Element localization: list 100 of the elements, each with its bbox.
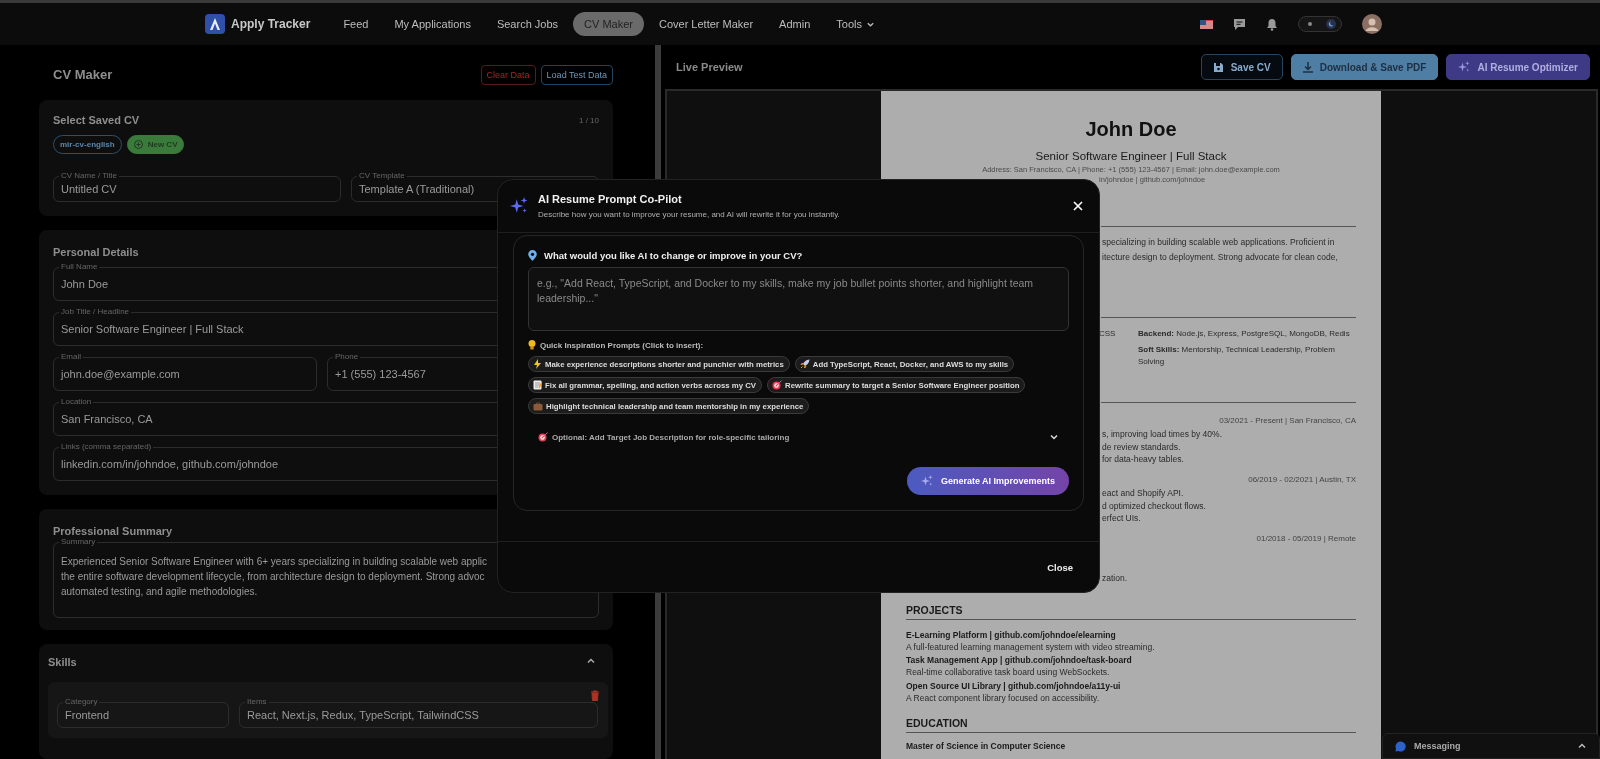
chevron-icon [1049, 432, 1059, 442]
project-title: Open Source UI Library | github.com/johndoe/a11y-ui [906, 680, 1122, 692]
resume-text: eact and Shopify API. [1102, 487, 1185, 500]
field-label: CV Template [357, 171, 407, 181]
resume-headline: Senior Software Engineer | Full Stack [1034, 149, 1228, 163]
resume-text: d optimized checkout flows. [1102, 499, 1207, 512]
resume-text: Real-time collaborative task board using WebSockets. [906, 666, 1111, 678]
resume-skill: Backend: Node.js, Express, PostgreSQL, MongoDB, Redis [1138, 328, 1351, 340]
field-value: John Doe [61, 276, 109, 292]
resume-section-title: PROJECTS [906, 603, 964, 617]
field-value: Experienced Senior Software Engineer with 6+ years specializing in building scalable web applic the entire software development lifecycle, from architecture design to deployment. Strong advoc automated testing, and agile methodologies. [61, 555, 488, 599]
menu-link[interactable]: Tools [825, 12, 886, 36]
cv-count: 1 / 10 [579, 115, 599, 125]
field-label: Location [59, 397, 94, 407]
briefcase-icon [533, 401, 543, 411]
resume-text: specializing in building scalable web applications. Proficient in [1102, 236, 1336, 249]
project-title: Task Management App | github.com/johndoe/task-board [906, 654, 1133, 666]
dialog-subtitle: Describe how you want to improve your resume, and AI will rewrite it for you instantly. [538, 210, 841, 219]
card-title: Personal Details [53, 246, 139, 258]
resume-text: erfect UIs. [1102, 512, 1142, 525]
card-title: Skills [48, 656, 77, 668]
bell-icon[interactable] [1266, 17, 1278, 31]
rocket-icon [799, 359, 810, 369]
text-field[interactable]: Category Frontend [57, 697, 229, 728]
messaging-bar[interactable]: Messaging [1382, 733, 1600, 759]
save-icon [1212, 61, 1224, 73]
resume-text: A React component library focused on accessibility. [906, 692, 1101, 704]
moon-icon [1325, 19, 1336, 29]
pin-icon [528, 250, 537, 261]
resume-text: for data-heavy tables. [1102, 453, 1185, 466]
card-title: Professional Summary [53, 525, 173, 537]
prompt-input[interactable]: e.g., "Add React, TypeScript, and Docker to my skills, make my job bullet points shorter, and highlight team leadership..." [528, 267, 1069, 331]
resume-skill: Soft Skills: Mentorship, Technical Leadership, Problem Solving [1138, 344, 1336, 368]
user-avatar[interactable] [1362, 14, 1382, 34]
chevron-icon [1577, 741, 1587, 751]
resume-text: zation. [1102, 572, 1129, 584]
text-field[interactable]: CV Name / Title Untitled CV [53, 171, 341, 202]
field-label: CV Name / Title [59, 171, 119, 181]
chat-icon[interactable] [1233, 17, 1246, 31]
field-value: Template A (Traditional) [359, 181, 475, 197]
resume-text: itecture design to deployment. Strong advocate for clean code, [1102, 251, 1339, 264]
prompts-label: Quick Inspiration Prompts (Click to insert): [540, 340, 704, 350]
theme-toggle[interactable] [1298, 16, 1342, 32]
field-label: Items [245, 697, 269, 707]
logo-icon [205, 14, 225, 34]
project-title: E-Learning Platform | github.com/johndoe/elearning [906, 629, 1117, 641]
lightning-icon [533, 359, 542, 369]
field-value: React, Next.js, Redux, TypeScript, TailwindCSS [247, 707, 479, 723]
dialog-title: AI Resume Prompt Co-Pilot [538, 193, 683, 205]
resume-date: 06/2019 - 02/2021 | Austin, TX [1248, 474, 1356, 486]
field-label: Links (comma separated) [59, 442, 154, 452]
nav-link[interactable]: Search Jobs [485, 12, 570, 36]
nav-link[interactable]: My Applications [383, 12, 482, 36]
nav-link[interactable]: Admin [768, 12, 822, 36]
resume-date: 03/2021 - Present | San Francisco, CA [1219, 415, 1356, 427]
prompt-question: What would you like AI to change or improve in your CV? [544, 250, 803, 261]
field-label: Email [59, 352, 83, 362]
field-value: San Francisco, CA [61, 411, 153, 427]
target-icon [772, 380, 783, 390]
ai-button[interactable]: AI Resume Optimizer [1446, 54, 1590, 80]
flag-icon[interactable] [1200, 19, 1213, 29]
text-field[interactable]: Items React, Next.js, Redux, TypeScript, TailwindCSS [239, 697, 598, 728]
resume-section-title: EDUCATION [906, 716, 969, 730]
lightbulb-icon [528, 340, 536, 350]
text-field[interactable]: Email john.doe@example.com [53, 352, 317, 391]
resume-text: CSS [1099, 328, 1117, 340]
field-value: Frontend [65, 707, 110, 723]
close-icon[interactable] [1071, 199, 1085, 213]
accordion-header[interactable]: Optional: Add Target Job Description for role-specific tailoring [528, 429, 1069, 445]
field-value: linkedin.com/in/johndoe, github.com/johndoe [61, 456, 279, 472]
field-label: Summary [59, 537, 98, 547]
field-label: Full Name [59, 262, 100, 272]
field-label: Phone [333, 352, 361, 362]
text-field[interactable]: Links (comma separated) linkedin.com/in/johndoe, github.com/johndoe [53, 442, 599, 481]
summary-field[interactable] [53, 537, 599, 618]
chat-bubble-icon [1395, 740, 1406, 752]
card-title: Select Saved CV [53, 114, 140, 126]
degree-title: Master of Science in Computer Science [906, 740, 1067, 752]
nav-link[interactable]: Cover Letter Maker [647, 12, 765, 36]
download-icon [1302, 61, 1313, 73]
resume-text: de review standards. [1102, 440, 1182, 453]
page-title: CV Maker [53, 67, 113, 82]
load-button[interactable]: Load Test Data [540, 64, 613, 85]
resume-date: 01/2018 - 05/2019 | Remote [1256, 533, 1356, 545]
field-value: +1 (555) 123-4567 [335, 366, 426, 382]
chevron-icon [586, 656, 596, 666]
resume-text: s, improving load times by 40%. [1102, 428, 1223, 441]
trash-icon[interactable] [590, 690, 600, 701]
sparkle-icon [1458, 61, 1471, 73]
field-label: Job Title / Headline [59, 307, 132, 317]
close-button[interactable]: Close [1041, 560, 1079, 574]
memo-icon [533, 380, 542, 390]
nav-link[interactable]: Feed [332, 12, 380, 36]
target-icon [538, 432, 548, 442]
field-value: Untitled CV [61, 181, 117, 197]
sparkle-icon [920, 475, 933, 487]
field-label: Category [63, 697, 100, 707]
save-button[interactable]: Save CV [1200, 54, 1283, 80]
field-value: Senior Software Engineer | Full Stack [61, 321, 244, 337]
field-value: john.doe@example.com [61, 366, 180, 382]
